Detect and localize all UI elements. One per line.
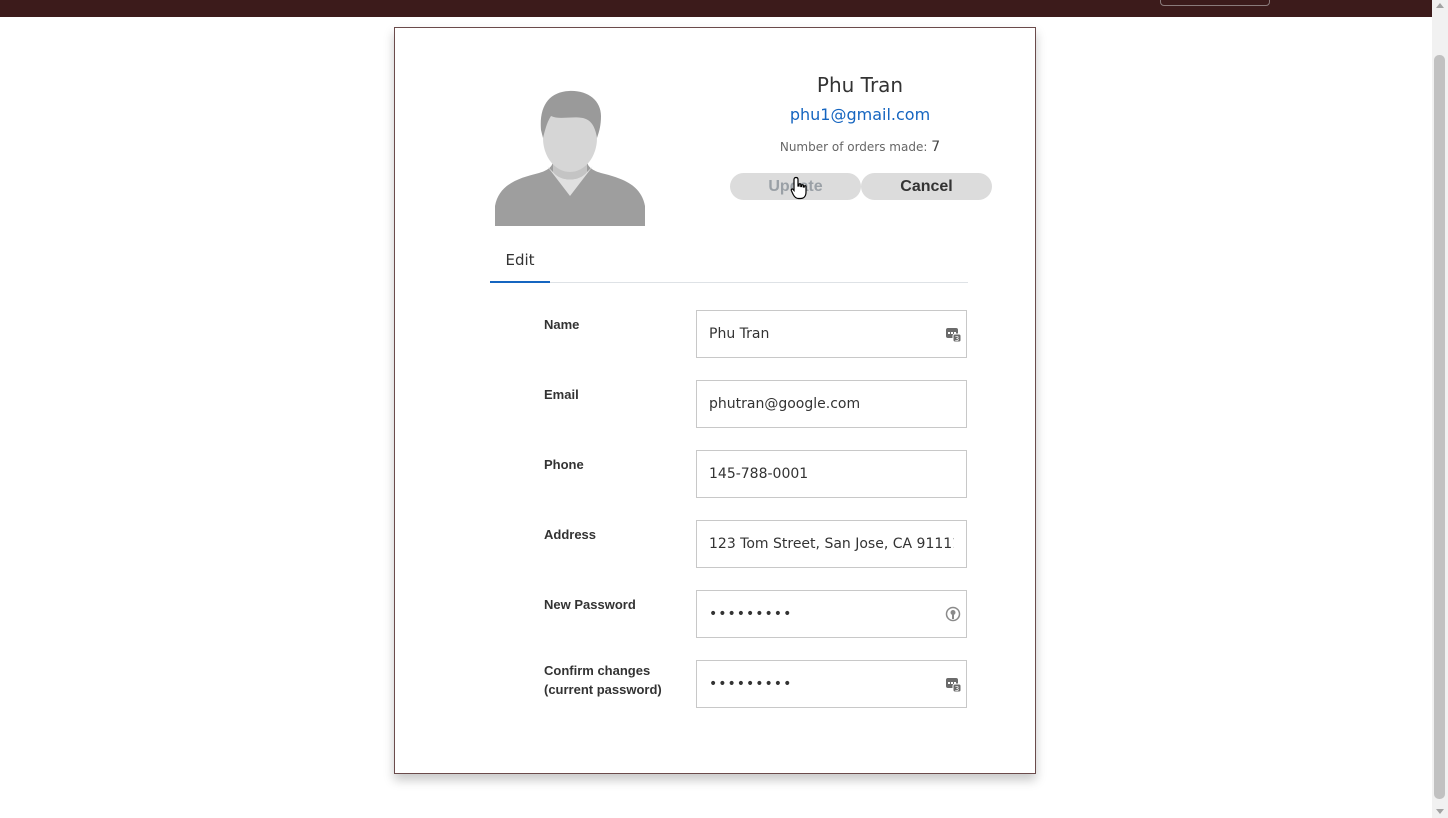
name-field[interactable]: [696, 310, 967, 358]
address-field[interactable]: [696, 520, 967, 568]
top-nav-bar: [0, 0, 1432, 17]
tab-bar: Edit: [490, 242, 968, 283]
scroll-down-icon[interactable]: [1436, 809, 1444, 814]
confirm-password-label-line1: Confirm changes: [544, 663, 651, 678]
phone-field[interactable]: [696, 450, 967, 498]
confirm-password-label: Confirm changes (current password): [544, 661, 684, 699]
profile-name: Phu Tran: [816, 73, 904, 97]
password-manager-icon[interactable]: 3: [945, 676, 961, 692]
new-password-label: New Password: [544, 597, 636, 612]
orders-label: Number of orders made:: [779, 140, 928, 154]
password-manager-icon[interactable]: 3: [945, 326, 961, 342]
orders-summary: Number of orders made: 7: [730, 139, 990, 155]
scroll-up-icon[interactable]: [1436, 3, 1444, 8]
confirm-password-field[interactable]: [696, 660, 967, 708]
phone-label: Phone: [544, 457, 584, 472]
new-password-field[interactable]: [696, 590, 967, 638]
person-placeholder-icon: [495, 90, 645, 226]
orders-count: 7: [931, 139, 941, 155]
email-label: Email: [544, 387, 579, 402]
nav-button[interactable]: [1160, 0, 1270, 6]
cancel-button[interactable]: Cancel: [861, 173, 992, 200]
profile-edit-card: Phu Tran phu1@gmail.com Number of orders…: [394, 27, 1036, 774]
password-key-icon[interactable]: [945, 606, 961, 622]
update-button[interactable]: Update: [730, 173, 861, 200]
name-label: Name: [544, 317, 580, 332]
address-label: Address: [544, 527, 597, 542]
svg-text:3: 3: [955, 335, 959, 342]
profile-email-link[interactable]: phu1@gmail.com: [730, 105, 990, 124]
scrollbar-thumb[interactable]: [1434, 55, 1445, 799]
svg-text:3: 3: [955, 685, 959, 692]
email-field[interactable]: [696, 380, 967, 428]
confirm-password-label-line2: (current password): [544, 682, 662, 697]
page-scrollbar[interactable]: [1432, 0, 1448, 818]
tab-edit[interactable]: Edit: [490, 242, 550, 283]
